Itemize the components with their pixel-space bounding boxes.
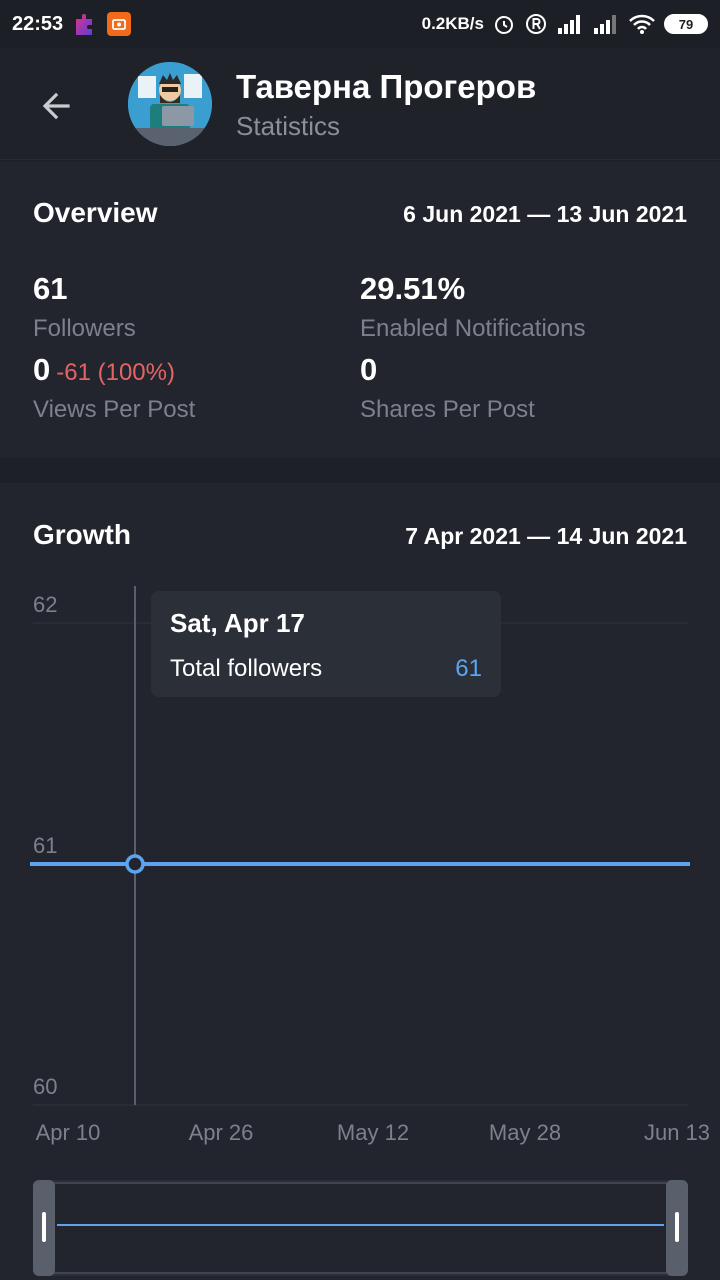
x-tick-label-0: Apr 10: [36, 1120, 101, 1145]
app-header: Таверна Прогеров Statistics: [0, 48, 720, 160]
views-delta: -61 (100%): [56, 359, 175, 386]
views-stat: 0 -61 (100%): [33, 352, 175, 388]
tooltip-date: Sat, Apr 17: [170, 608, 305, 638]
status-bar: 22:53 0.2KB/s 79: [0, 0, 720, 48]
tooltip-label: Total followers: [170, 655, 323, 682]
chart-range-navigator[interactable]: [33, 1180, 688, 1276]
back-button[interactable]: [28, 78, 84, 134]
signal-icon: [558, 15, 580, 34]
network-speed: 0.2KB/s: [421, 14, 484, 33]
shares-value: 0: [360, 352, 378, 387]
status-time: 22:53: [12, 12, 64, 35]
views-value: 0: [33, 352, 51, 387]
notifications-value: 29.51%: [360, 271, 466, 306]
page-subtitle: Statistics: [236, 111, 341, 141]
x-tick-label-3: May 28: [489, 1120, 561, 1145]
growth-card: Growth 7 Apr 2021 — 14 Jun 2021 62 61 60 Ap…: [0, 483, 720, 1280]
overview-range: 6 Jun 2021 — 13 Jun 2021: [403, 201, 687, 227]
signal-icon-2: [594, 15, 616, 34]
channel-title: Таверна Прогеров: [236, 68, 537, 105]
views-label: Views Per Post: [33, 396, 196, 423]
followers-value: 61: [33, 271, 68, 306]
camera-app-icon: [107, 12, 132, 36]
notifications-label: Enabled Notifications: [360, 315, 586, 342]
wifi-icon: [629, 14, 655, 34]
x-tick-label-2: May 12: [337, 1120, 409, 1145]
tooltip-value: 61: [455, 655, 482, 682]
chart-tooltip: Sat, Apr 17 Total followers 61: [151, 591, 501, 697]
highlight-point: [125, 854, 145, 874]
navigator-window[interactable]: [52, 1182, 669, 1274]
alarm-icon: [495, 16, 513, 34]
overview-card: Overview 6 Jun 2021 — 13 Jun 2021 61 Fol…: [0, 162, 720, 458]
puzzle-app-icon: [76, 14, 93, 35]
followers-label: Followers: [33, 315, 136, 342]
y-tick-label-60: 60: [33, 1074, 57, 1099]
roaming-icon: [526, 14, 546, 34]
overview-title: Overview: [33, 197, 158, 228]
channel-avatar[interactable]: [128, 62, 212, 146]
x-tick-label-1: Apr 26: [189, 1120, 254, 1145]
x-tick-label-4: Jun 13: [644, 1120, 710, 1145]
avatar-image: [128, 62, 212, 146]
battery-icon: 79: [664, 14, 708, 34]
y-tick-label-61: 61: [33, 833, 57, 858]
right-handle-grip: [675, 1212, 679, 1242]
arrow-left-icon: [42, 92, 70, 120]
y-tick-label-62: 62: [33, 592, 57, 617]
shares-label: Shares Per Post: [360, 396, 535, 423]
left-handle-grip: [42, 1212, 46, 1242]
